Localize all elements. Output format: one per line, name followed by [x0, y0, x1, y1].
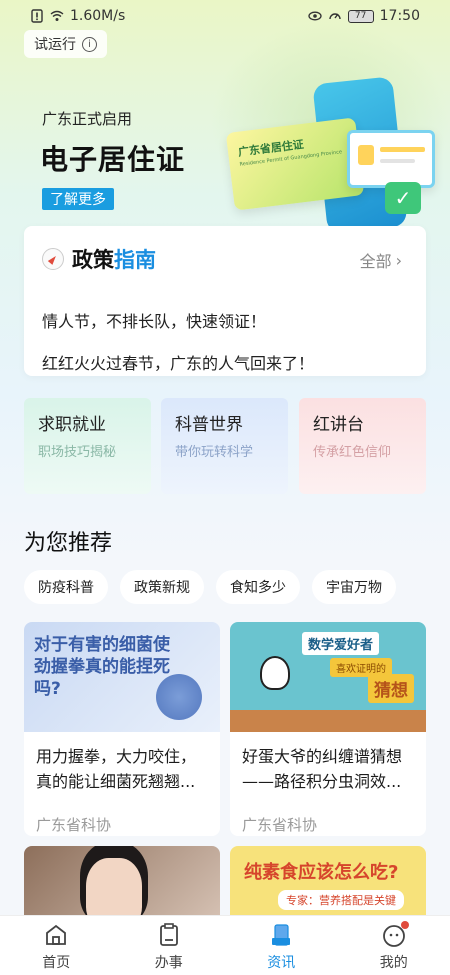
tile-title: 科普世界	[175, 415, 243, 435]
thumbnail-text: 对于有害的细菌使劲握拳真的能捏死吗?	[34, 635, 170, 699]
avatar-graphic	[358, 145, 374, 165]
learn-more-button[interactable]: 了解更多	[42, 188, 114, 210]
notification-badge	[400, 921, 409, 929]
thumbnail-text: 专家：营养搭配是关键	[278, 890, 404, 910]
article-card[interactable]: 数学爱好者 喜欢证明的 猜想 好蛋大爷的纠缠谱猜想——路径积分虫洞效... 广东…	[230, 622, 426, 836]
home-icon	[46, 924, 67, 945]
article-title: 好蛋大爷的纠缠谱猜想——路径积分虫洞效...	[242, 747, 403, 791]
chip-food[interactable]: 食知多少	[216, 570, 300, 604]
tile-title: 红讲台	[313, 415, 364, 435]
residence-card-graphic: 广东省居住证 Residence Permit of Guangdong Pro…	[225, 117, 365, 211]
policy-all-link[interactable]: 全部 ›	[360, 248, 402, 272]
tile-jobs[interactable]: 求职就业 职场技巧揭秘	[24, 398, 151, 494]
info-icon: i	[82, 36, 97, 52]
article-source: 广东省科协	[242, 816, 318, 834]
status-right: 77 17:50	[307, 8, 420, 24]
tile-red-lecture[interactable]: 红讲台 传承红色信仰	[299, 398, 426, 494]
battery-icon: 77	[347, 9, 374, 23]
person-graphic	[260, 656, 290, 690]
news-icon	[272, 924, 291, 946]
article-card-partial[interactable]	[24, 846, 220, 926]
article-card-partial[interactable]: 纯素食应该怎么吃? 专家：营养搭配是关键	[230, 846, 426, 926]
hero-illustration: 广东省居住证 Residence Permit of Guangdong Pro…	[225, 70, 440, 234]
nav-profile[interactable]: 我的	[338, 916, 450, 975]
recommend-chips: 防疫科普 政策新规 食知多少 宇宙万物	[24, 570, 396, 604]
article-card[interactable]: 对于有害的细菌使劲握拳真的能捏死吗? 用力握拳，大力咬住，真的能让细菌死翘翘..…	[24, 622, 220, 836]
speedometer-icon	[328, 13, 341, 20]
bottom-nav: 首页 办事 资讯 我的	[0, 915, 450, 975]
trial-label: 试运行	[34, 37, 76, 53]
hero-subtitle: 广东正式启用	[42, 110, 133, 128]
chevron-right-icon: ›	[395, 250, 402, 270]
eye-icon	[307, 11, 322, 21]
line-graphic	[380, 147, 425, 152]
nav-label: 我的	[379, 955, 408, 971]
nav-label: 首页	[42, 955, 71, 971]
chip-policy[interactable]: 政策新规	[120, 570, 204, 604]
nav-services[interactable]: 办事	[113, 916, 226, 975]
article-thumbnail: 对于有害的细菌使劲握拳真的能捏死吗?	[24, 622, 220, 732]
policy-title-main: 政策	[72, 248, 114, 272]
profile-icon-wrap	[381, 921, 409, 948]
desk-graphic	[230, 710, 426, 732]
thumbnail-banner: 猜想	[368, 674, 414, 703]
article-thumbnail: 数学爱好者 喜欢证明的 猜想	[230, 622, 426, 732]
chip-epidemic[interactable]: 防疫科普	[24, 570, 108, 604]
policy-item[interactable]: 红红火火过春节，广东的人气回来了！	[42, 350, 314, 374]
status-left: 1.60M/s	[30, 8, 125, 24]
nav-news[interactable]: 资讯	[225, 916, 338, 975]
policy-title: 政策指南	[72, 244, 156, 274]
trial-run-chip[interactable]: 试运行 i	[24, 30, 107, 58]
policy-all-label: 全部	[359, 252, 392, 271]
thumbnail-text: 纯素食应该怎么吃?	[244, 862, 399, 883]
compass-icon	[42, 248, 64, 270]
tile-subtitle: 职场技巧揭秘	[38, 445, 117, 460]
recommend-title: 为您推荐	[24, 531, 113, 556]
tile-subtitle: 带你玩转科学	[175, 445, 254, 460]
check-icon: ✓	[385, 182, 421, 214]
tile-subtitle: 传承红色信仰	[313, 445, 392, 460]
tile-science[interactable]: 科普世界 带你玩转科学	[161, 398, 288, 494]
nav-home[interactable]: 首页	[0, 916, 113, 975]
notification-icon	[31, 9, 43, 23]
chip-universe[interactable]: 宇宙万物	[312, 570, 396, 604]
line-graphic	[380, 159, 415, 163]
nav-label: 办事	[154, 955, 183, 971]
tile-title: 求职就业	[38, 415, 106, 435]
nav-label: 资讯	[267, 955, 296, 971]
virus-graphic	[156, 674, 202, 720]
policy-guide-card: 政策指南 全部 › 情人节，不排长队，快速领证！ 红红火火过春节，广东的人气回来…	[24, 226, 426, 376]
hero-title: 电子居住证	[40, 143, 186, 176]
policy-item[interactable]: 情人节，不排长队，快速领证！	[42, 308, 266, 332]
article-source: 广东省科协	[36, 816, 112, 834]
network-speed: 1.60M/s	[70, 8, 126, 24]
clipboard-icon	[159, 923, 178, 946]
policy-header: 政策指南	[42, 244, 156, 274]
thumbnail-banner: 数学爱好者	[302, 632, 380, 655]
article-title: 用力握拳，大力咬住，真的能让细菌死翘翘...	[36, 747, 197, 791]
profile-card-graphic	[347, 130, 435, 188]
wifi-icon	[50, 10, 64, 21]
policy-title-accent: 指南	[114, 248, 156, 272]
clock: 17:50	[379, 8, 420, 24]
status-bar: 1.60M/s 77 17:50	[0, 0, 450, 32]
